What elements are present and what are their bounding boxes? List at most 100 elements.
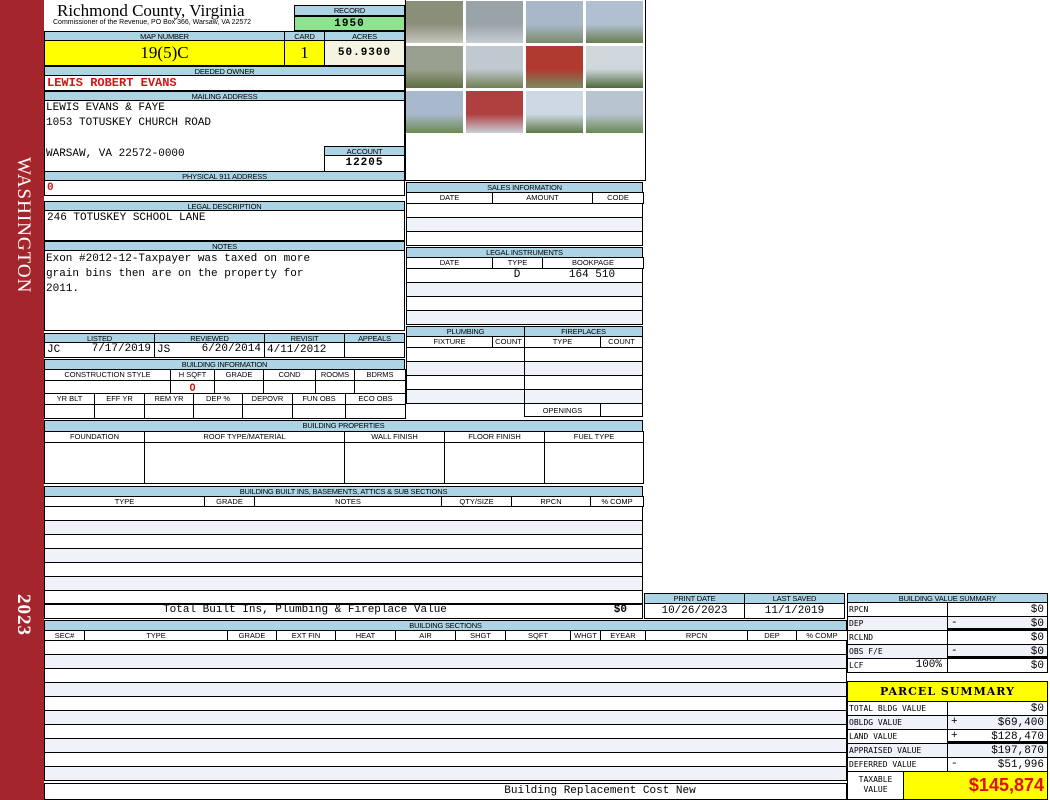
building-info-value[interactable] xyxy=(193,404,243,419)
map-number-value: 19(5)C xyxy=(44,40,285,66)
builtins-row[interactable] xyxy=(44,506,643,521)
openings-label: OPENINGS xyxy=(524,403,601,417)
builtins-row[interactable] xyxy=(44,562,643,577)
building-info-value[interactable] xyxy=(354,380,406,394)
builtins-total-value: $0 xyxy=(613,604,627,616)
builtins-row[interactable] xyxy=(44,576,643,591)
openings-value[interactable] xyxy=(600,403,643,417)
parcel-summary-label: PARCEL SUMMARY xyxy=(847,681,1048,702)
fireplace-row[interactable] xyxy=(524,375,643,390)
bvs-label: OBS F/E xyxy=(847,644,948,659)
plumbing-row[interactable] xyxy=(406,375,525,390)
sales-row[interactable] xyxy=(406,203,643,218)
section-row[interactable] xyxy=(44,654,847,669)
builtins-row[interactable] xyxy=(44,534,643,549)
section-row[interactable] xyxy=(44,640,847,655)
builtins-total-label: Total Built Ins, Plumbing & Fireplace Va… xyxy=(163,604,447,616)
section-row[interactable] xyxy=(44,682,847,697)
record-value: 1950 xyxy=(294,16,405,31)
mailing-line-2: 1053 TOTUSKEY CHURCH ROAD xyxy=(46,117,212,129)
section-row[interactable] xyxy=(44,710,847,725)
appeals-value xyxy=(344,342,405,358)
section-row[interactable] xyxy=(44,668,847,683)
listed-date: 7/17/2019 xyxy=(91,343,151,355)
parcel-label: TOTAL BLDG VALUE xyxy=(847,701,948,716)
instrument-bookpage: 164 510 xyxy=(568,269,616,281)
building-info-value[interactable] xyxy=(94,404,145,419)
builtins-row[interactable] xyxy=(44,548,643,563)
building-info-value[interactable] xyxy=(292,404,346,419)
bvs-label: RCLND xyxy=(847,630,948,645)
parcel-label: LAND VALUE xyxy=(847,729,948,744)
legal-description-value: 246 TOTUSKEY SCHOOL LANE xyxy=(44,210,405,241)
builtins-row[interactable] xyxy=(44,520,643,535)
parcel-sign: + xyxy=(951,716,958,728)
parcel-value: $69,400 xyxy=(947,715,1048,730)
fireplace-row[interactable] xyxy=(524,347,643,362)
print-date-value: 10/26/2023 xyxy=(644,603,745,619)
parcel-label: OBLDG VALUE xyxy=(847,715,948,730)
last-saved-value: 11/1/2019 xyxy=(744,603,845,619)
mailing-line-1: LEWIS EVANS & FAYE xyxy=(46,102,165,114)
building-info-value[interactable] xyxy=(263,380,316,394)
properties-value[interactable] xyxy=(344,442,445,484)
section-row[interactable] xyxy=(44,752,847,767)
parcel-label: APPRAISED VALUE xyxy=(847,743,948,758)
plumbing-row[interactable] xyxy=(406,347,525,362)
fireplace-row[interactable] xyxy=(524,361,643,376)
legal-instruments-row[interactable] xyxy=(406,296,643,311)
instrument-type: D xyxy=(513,269,521,281)
physical-address-value: 0 xyxy=(44,180,405,196)
parcel-value: $0 xyxy=(947,701,1048,716)
bvs-value: $0 xyxy=(947,644,1048,659)
mailing-line-3: WARSAW, VA 22572-0000 xyxy=(46,148,185,160)
parcel-value: $128,470 xyxy=(947,729,1048,744)
page-title: Richmond County, Virginia xyxy=(57,1,245,20)
year-label: 2023 xyxy=(13,594,34,636)
parcel-value: $197,870 xyxy=(947,743,1048,758)
legal-instruments-row[interactable] xyxy=(406,310,643,325)
building-info-value[interactable] xyxy=(242,404,293,419)
bvs-value: $0 xyxy=(947,630,1048,645)
replacement-cost-label: Building Replacement Cost New xyxy=(504,785,696,797)
reviewed-date: 6/20/2014 xyxy=(201,343,261,355)
bvs-sign: - xyxy=(951,645,958,657)
building-info-value[interactable] xyxy=(345,404,406,419)
building-info-value[interactable] xyxy=(144,404,194,419)
sidebar: WASHINGTON 2023 xyxy=(0,0,44,800)
legal-instruments-row[interactable] xyxy=(406,282,643,297)
properties-value[interactable] xyxy=(544,442,644,484)
bvs-label: DEP xyxy=(847,616,948,631)
section-row[interactable] xyxy=(44,724,847,739)
notes-line: Exon #2012-12-Taxpayer was taxed on more xyxy=(46,253,311,265)
deeded-owner-value: LEWIS ROBERT EVANS xyxy=(44,75,405,91)
section-row[interactable] xyxy=(44,696,847,711)
properties-value[interactable] xyxy=(444,442,545,484)
bvs-sign: - xyxy=(951,617,958,629)
properties-value[interactable] xyxy=(144,442,345,484)
sales-row[interactable] xyxy=(406,217,643,232)
plumbing-row[interactable] xyxy=(406,389,525,404)
building-info-value[interactable] xyxy=(315,380,355,394)
account-value: 12205 xyxy=(324,155,405,172)
bvs-value: $0 xyxy=(947,658,1048,673)
bvs-label: RPCN xyxy=(847,602,948,617)
h-sqft-value[interactable]: 0 xyxy=(170,380,215,394)
building-info-value[interactable] xyxy=(44,380,171,394)
plumbing-row[interactable] xyxy=(406,361,525,376)
notes-line: 2011. xyxy=(46,283,80,295)
bvs-value: $0 xyxy=(947,616,1048,631)
parcel-sign: + xyxy=(951,730,958,742)
section-row[interactable] xyxy=(44,766,847,781)
sales-row[interactable] xyxy=(406,231,643,246)
taxable-value: $145,874 xyxy=(903,771,1048,800)
parcel-value: $51,996 xyxy=(947,757,1048,772)
section-row[interactable] xyxy=(44,738,847,753)
building-info-value[interactable] xyxy=(44,404,95,419)
properties-value[interactable] xyxy=(44,442,145,484)
revisit-date: 4/11/2012 xyxy=(264,342,345,358)
lcf-percent: 100% xyxy=(915,659,942,671)
fireplace-row[interactable] xyxy=(524,389,643,404)
district-label: WASHINGTON xyxy=(13,157,34,294)
building-info-value[interactable] xyxy=(214,380,264,394)
